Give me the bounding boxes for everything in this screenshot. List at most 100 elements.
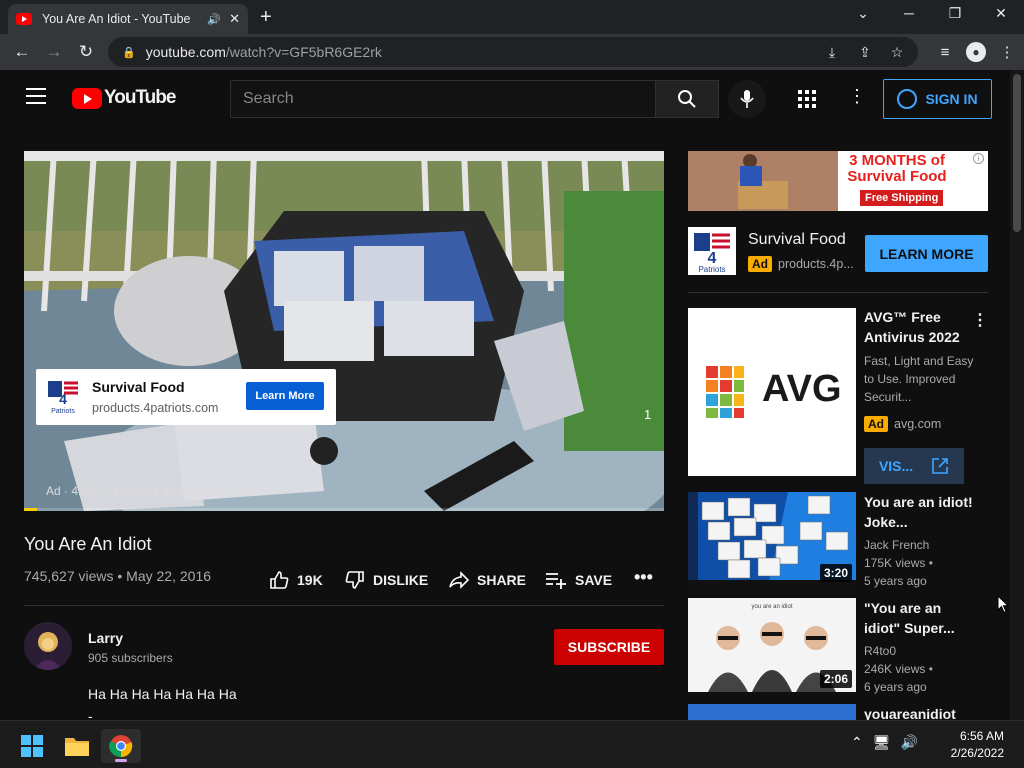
ad-learn-more-button[interactable]: Learn More [246,382,324,410]
svg-text:Patriots: Patriots [698,265,725,274]
open-external-icon [932,458,948,474]
related-video-thumbnail[interactable]: 3:20 [688,492,856,586]
channel-avatar[interactable] [24,622,72,670]
avg-ad-thumbnail[interactable]: AVG [688,308,856,476]
share-label: SHARE [477,572,527,588]
like-button[interactable]: 19K [269,570,323,590]
playlist-add-icon [546,573,566,589]
promo-learn-more-button[interactable]: LEARN MORE [865,235,988,272]
related-video-age: 5 years ago [864,574,927,588]
search-button[interactable] [655,80,719,118]
visit-label: VIS... [878,458,914,474]
lock-icon[interactable]: 🔒 [122,46,136,59]
ad-badge: Ad [864,416,888,432]
subscribe-button[interactable]: SUBSCRIBE [554,629,664,665]
settings-more-icon[interactable]: ⋮ [848,86,866,107]
search-input[interactable]: Search [230,80,656,118]
address-bar[interactable]: 🔒 youtube.com/watch?v=GF5bR6GE2rk ⤓ ⇪ ☆ [108,37,918,67]
new-tab-button[interactable]: + [260,6,272,29]
youtube-header: YouTube Search ⋮ SIGN IN [0,70,1010,126]
page-scrollbar[interactable] [1010,70,1024,720]
ad-info-bar[interactable]: Ad · 4:08 ⓘ products.4patriots.com ⧉ [46,482,247,499]
close-window-button[interactable]: ✕ [991,5,1011,22]
url-host: youtube.com [145,44,226,60]
minimize-button[interactable]: ─ [899,5,919,21]
sign-in-label: SIGN IN [925,91,978,107]
forward-button[interactable]: → [38,42,70,62]
media-control-icon[interactable]: ≡ [934,44,956,61]
ad-card-url: products.4patriots.com [92,401,219,415]
like-count: 19K [297,572,323,588]
banner-ad-image [688,151,838,211]
audio-playing-icon[interactable]: 🔊 [207,13,221,26]
svg-text:4: 4 [59,391,67,407]
banner-ad[interactable]: 3 MONTHS of Survival Food Free Shipping … [688,151,988,211]
related-video-title[interactable]: youareanidiot [864,704,974,720]
apps-grid-icon[interactable] [797,89,817,109]
windows-logo-icon [21,735,43,757]
mouse-cursor-icon [997,595,1009,614]
taskbar-clock[interactable]: 6:56 AM 2/26/2022 [951,728,1004,762]
related-video-channel[interactable]: R4to0 [864,642,896,660]
related-video-title[interactable]: "You are an idiot" Super... [864,598,974,638]
svg-text:Patriots: Patriots [51,408,75,415]
thumb-caption: you are an idiot [751,604,792,610]
reload-button[interactable]: ↻ [70,42,102,62]
ad-info-icon[interactable]: i [973,153,984,164]
browser-toolbar: ← → ↻ 🔒 youtube.com/watch?v=GF5bR6GE2rk … [0,34,1024,70]
divider [24,605,664,606]
channel-avatar-image [24,622,72,670]
promo-url: products.4p... [778,257,854,271]
scrollbar-thumb[interactable] [1013,74,1021,232]
promo-ad-meta: Ad products.4p... [748,256,854,272]
youtube-logo[interactable]: YouTube [72,87,176,109]
hamburger-menu-icon[interactable] [26,88,46,104]
share-button[interactable]: SHARE [449,570,526,590]
4patriots-logo-icon[interactable]: 4Patriots [688,227,736,275]
file-explorer-button[interactable] [57,729,97,763]
ad-badge: Ad [748,256,772,272]
avg-ad-more-icon[interactable]: ⋮ [972,310,988,330]
overlay-ad-card[interactable]: 4 Patriots Survival Food products.4patrio… [36,369,336,425]
video-progress-bar[interactable] [24,508,664,511]
profile-avatar-icon[interactable]: ● [966,42,986,62]
ad-card-title: Survival Food [92,379,185,395]
sign-in-button[interactable]: SIGN IN [883,79,992,119]
save-button[interactable]: SAVE [545,570,612,590]
restore-button[interactable]: ❐ [945,5,965,22]
tab-close-icon[interactable]: ✕ [229,11,240,27]
tab-search-icon[interactable]: ⌄ [853,5,873,22]
related-video-thumbnail[interactable] [688,704,856,720]
share-icon[interactable]: ⇪ [855,44,875,61]
related-video-channel[interactable]: Jack French [864,536,929,554]
url-path: /watch?v=GF5bR6GE2rk [225,44,382,60]
dislike-button[interactable]: DISLIKE [345,570,428,590]
bookmark-star-icon[interactable]: ☆ [887,44,907,61]
more-actions-button[interactable]: ••• [634,567,653,588]
related-video-views: 175K views • [864,556,933,570]
video-player[interactable]: 4 Patriots Survival Food products.4patrio… [24,151,664,511]
channel-name[interactable]: Larry [88,630,123,646]
avg-ad-description: Fast, Light and Easy to Use. Improved Se… [864,354,974,404]
browser-tab[interactable]: You Are An Idiot - YouTube 🔊 ✕ [8,4,248,34]
voice-search-button[interactable] [728,80,766,118]
ad-counter: 1 [644,407,652,422]
clock-date: 2/26/2022 [950,746,1004,760]
video-duration: 3:20 [819,564,852,582]
related-video-title[interactable]: You are an idiot! Joke... [864,492,974,532]
start-button[interactable] [12,729,52,763]
toolbar-right: ≡ ● ⋮ [934,34,1018,70]
avg-visit-button[interactable]: VIS... [864,448,964,484]
tray-chevron-icon[interactable]: ⌃ [851,734,863,751]
back-button[interactable]: ← [6,42,38,62]
install-icon[interactable]: ⤓ [822,44,842,61]
avg-ad-title[interactable]: AVG™ Free Antivirus 2022 [864,307,974,347]
promo-title[interactable]: Survival Food [748,231,846,249]
related-video-thumbnail[interactable]: you are an idiot 2:06 [688,598,856,692]
network-icon[interactable]: 🖥 [873,734,891,751]
chrome-logo-icon [109,735,133,758]
volume-icon[interactable]: 🔊 [901,734,918,751]
avg-ad-url: avg.com [894,417,942,431]
chrome-taskbar-button[interactable] [101,729,141,763]
chrome-menu-icon[interactable]: ⋮ [996,43,1018,61]
